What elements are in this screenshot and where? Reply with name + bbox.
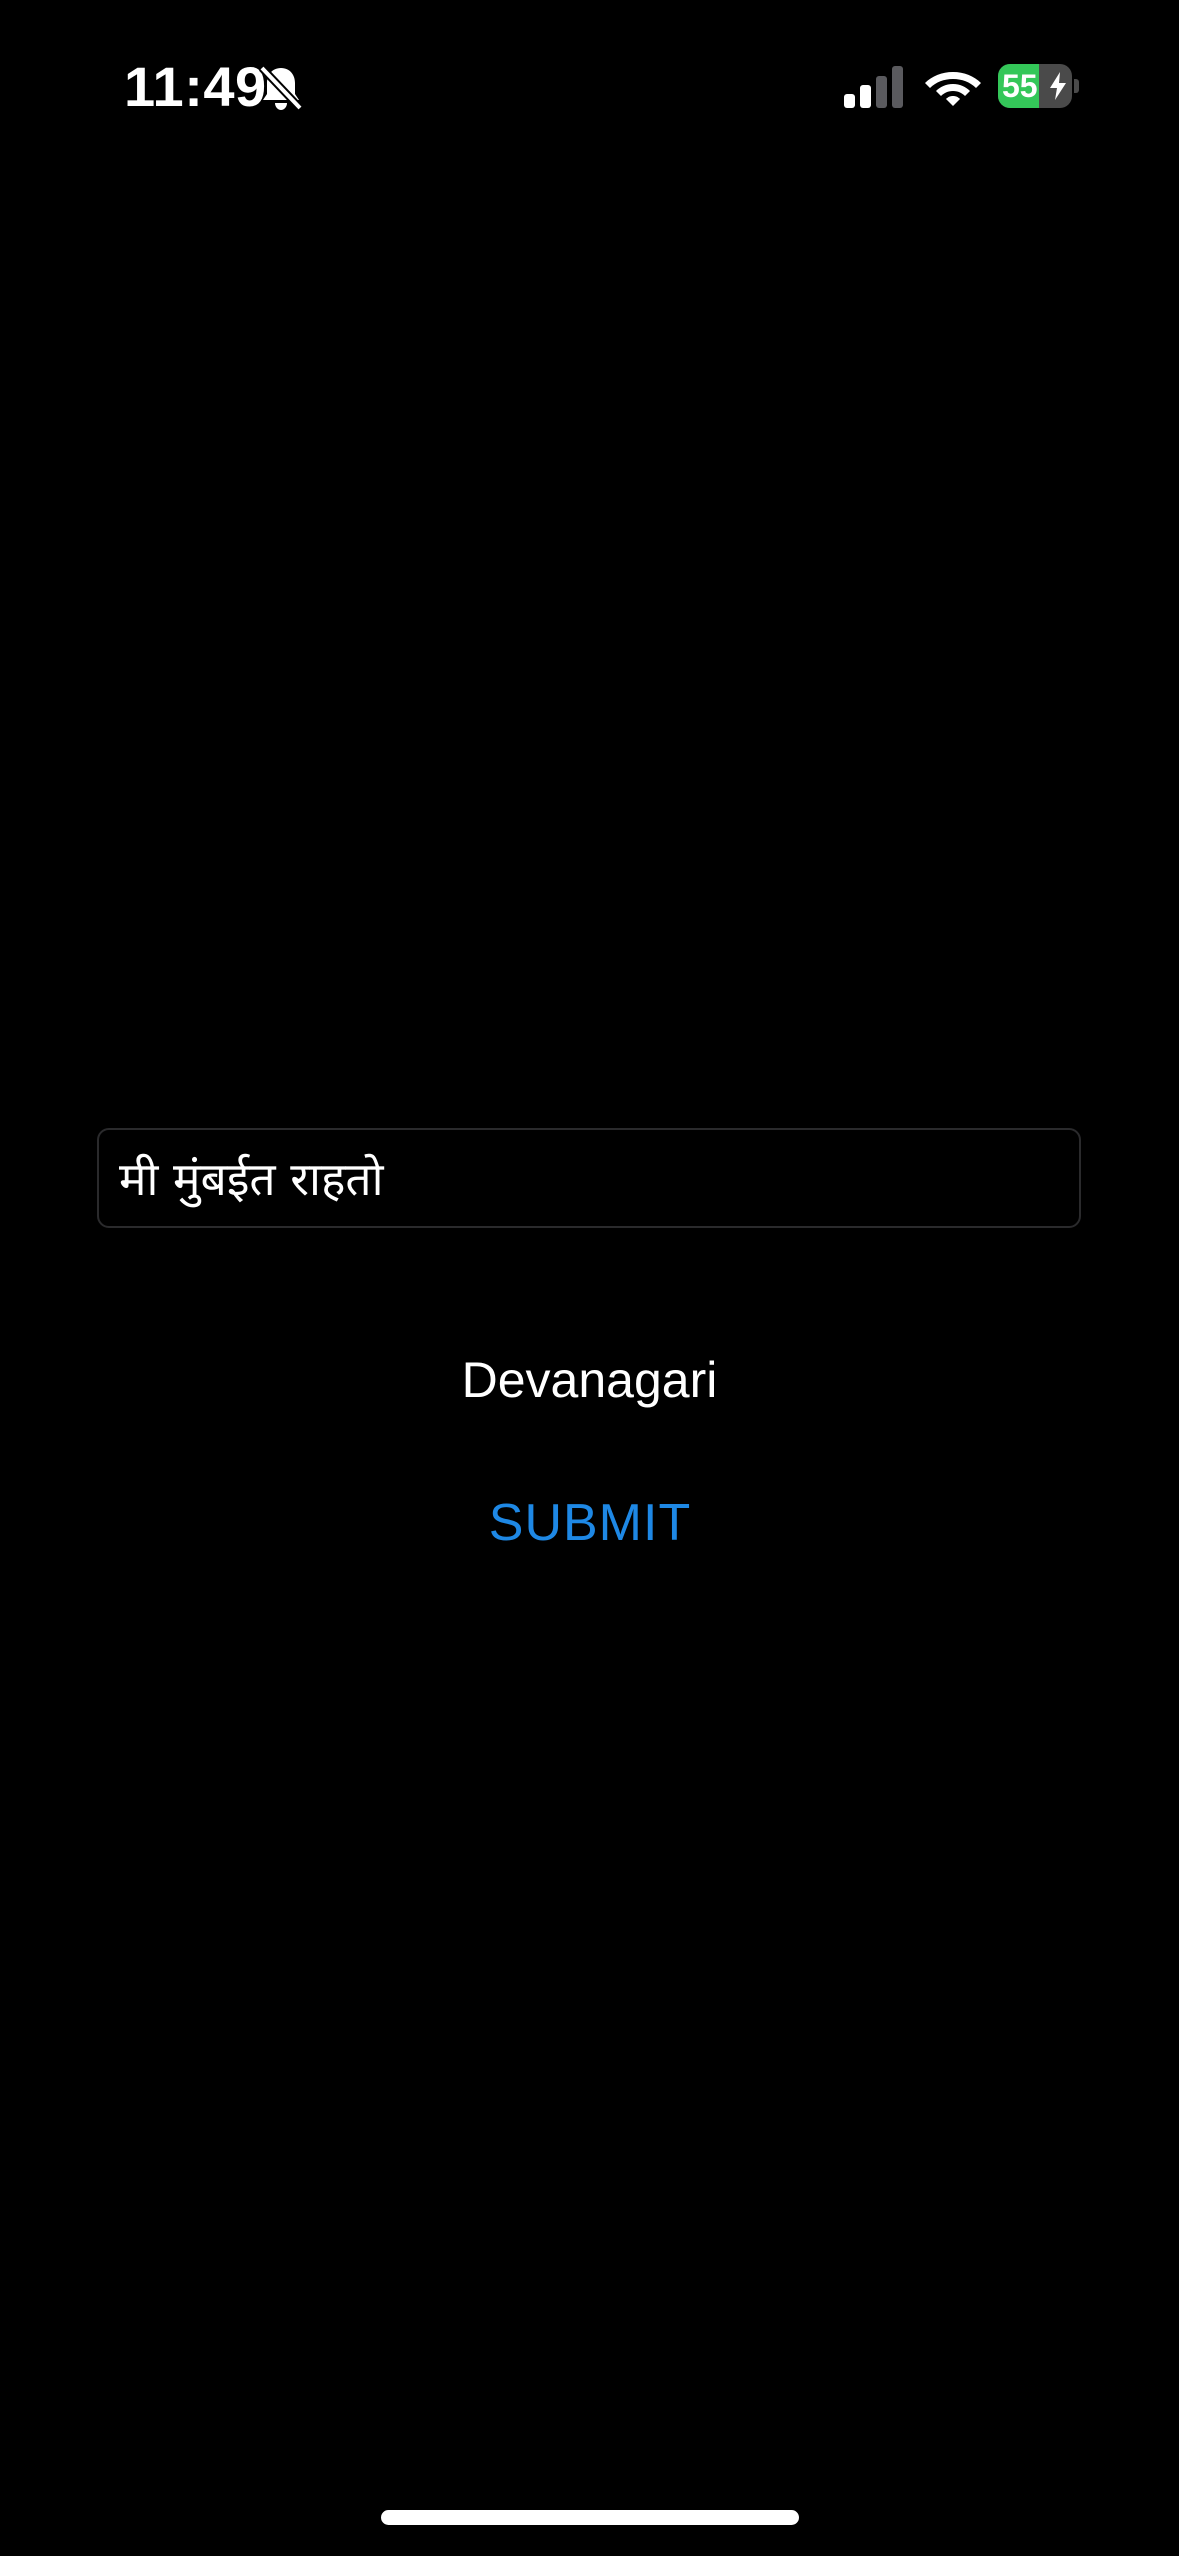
battery-icon: 55 bbox=[998, 64, 1079, 108]
wifi-icon bbox=[925, 72, 981, 106]
battery-cap bbox=[1074, 79, 1079, 93]
status-bar: 11:49 55 bbox=[0, 0, 1179, 170]
charging-bolt-icon bbox=[1050, 72, 1066, 100]
submit-button[interactable]: SUBMIT bbox=[440, 1485, 740, 1561]
cellular-signal-icon bbox=[844, 66, 903, 108]
bell-slash-icon bbox=[259, 65, 303, 111]
home-indicator[interactable] bbox=[381, 2510, 799, 2525]
battery-percent: 55 bbox=[1002, 68, 1038, 104]
battery-body: 55 bbox=[998, 64, 1072, 108]
status-time: 11:49 bbox=[124, 55, 267, 118]
script-label: Devanagari bbox=[461, 1352, 718, 1408]
text-input[interactable] bbox=[97, 1128, 1081, 1228]
